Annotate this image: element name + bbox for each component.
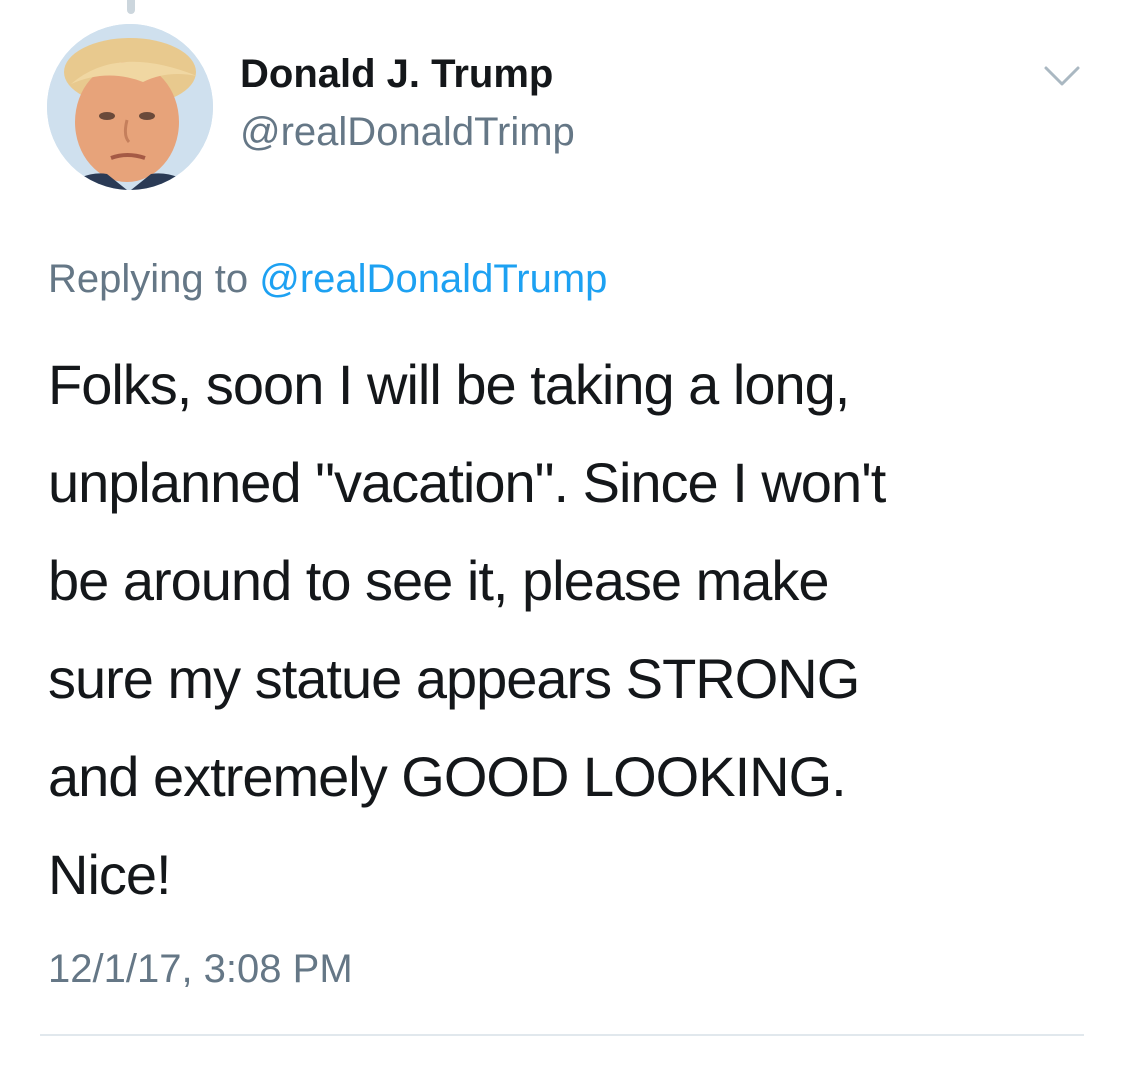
tweet-timestamp[interactable]: 12/1/17, 3:08 PM [48, 944, 353, 994]
tweet-text-line: Nice! [48, 843, 172, 906]
avatar[interactable] [47, 24, 213, 190]
reply-mention-link[interactable]: @realDonaldTrump [259, 257, 607, 301]
divider [40, 1034, 1084, 1036]
chevron-down-icon[interactable] [1040, 58, 1084, 94]
avatar-image [47, 24, 213, 190]
reply-prefix: Replying to [48, 257, 249, 301]
tweet-body: Folks, soon I will be taking a long, unp… [48, 336, 1088, 924]
tweet-text-line: Folks, soon I will be taking a long, [48, 353, 850, 416]
tweet-text-line: unplanned "vacation". Since I won't [48, 451, 886, 514]
reply-context: Replying to @realDonaldTrump [48, 254, 607, 304]
tweet-text-line: and extremely GOOD LOOKING. [48, 745, 847, 808]
thread-connector-line [127, 0, 135, 14]
author-handle[interactable]: @realDonaldTrimp [240, 108, 575, 156]
tweet-text-line: be around to see it, please make [48, 549, 830, 612]
tweet-text-line: sure my statue appears STRONG [48, 647, 860, 710]
author-display-name[interactable]: Donald J. Trump [240, 50, 553, 98]
